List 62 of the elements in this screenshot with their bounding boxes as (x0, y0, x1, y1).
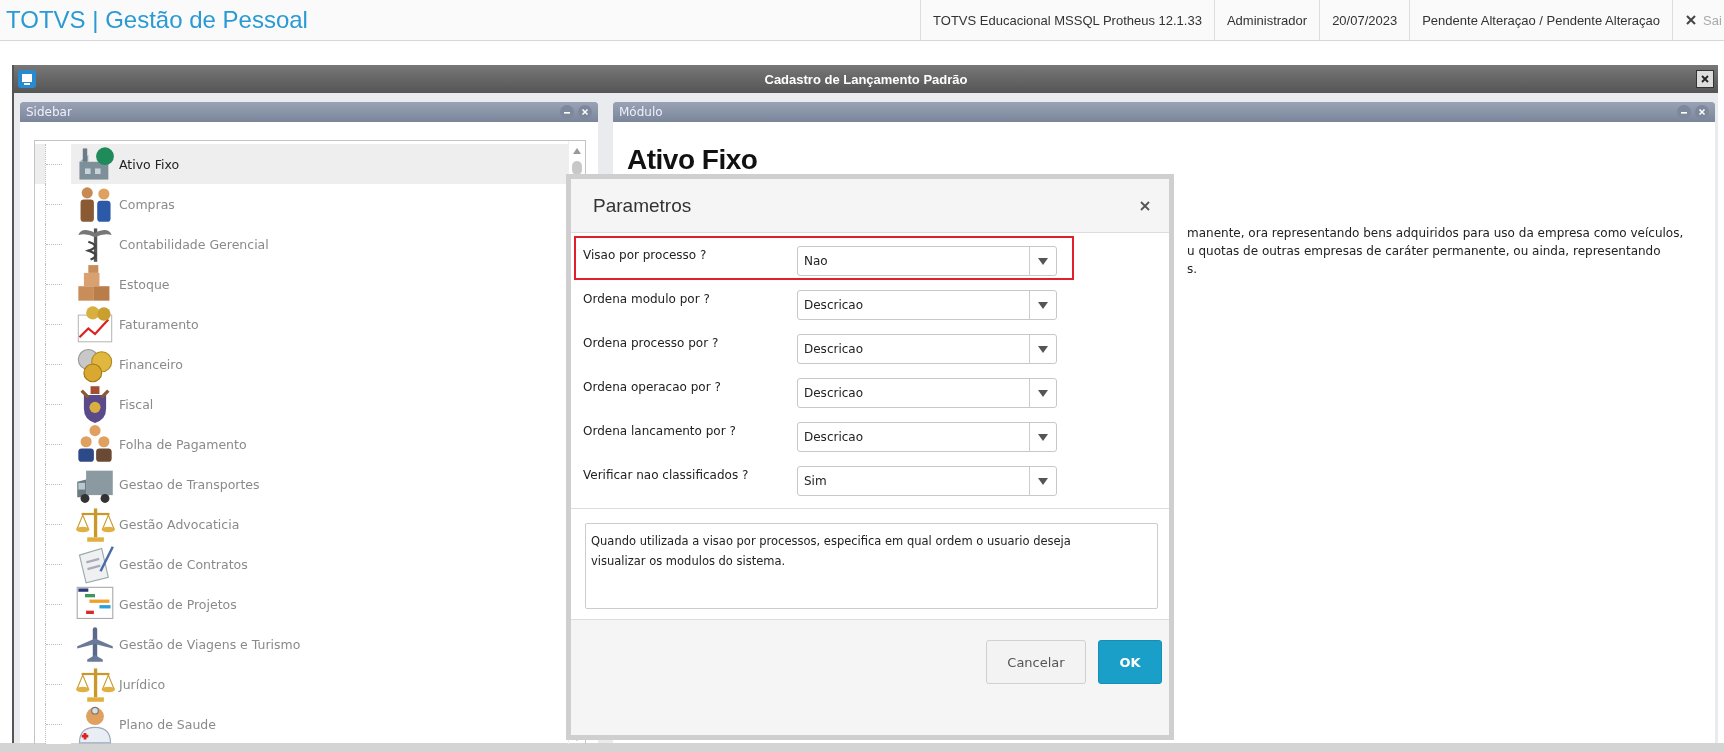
dropdown-field[interactable]: Descricao (797, 422, 1057, 452)
close-icon (1700, 74, 1710, 84)
dropdown-field[interactable]: Descricao (797, 290, 1057, 320)
status-item: TOTVS Educacional MSSQL Protheus 12.1.33 (920, 0, 1214, 40)
dropdown-field[interactable]: Descricao (797, 378, 1057, 408)
caret-icon (1038, 301, 1048, 309)
caret-icon (1038, 477, 1048, 485)
tree-item[interactable]: Plano de Saude (35, 704, 568, 744)
status-item: 20/07/2023 (1319, 0, 1410, 40)
field-label: Verificar nao classificados ? (582, 467, 750, 482)
panel-title: Módulo (619, 105, 663, 119)
tree-item[interactable]: Contabilidade Gerencial (35, 224, 568, 264)
tree-item[interactable]: Estoque (35, 264, 568, 304)
tree-item[interactable]: Gestão de Projetos (35, 584, 568, 624)
tree-item[interactable]: Gestão de Viagens e Turismo (35, 624, 568, 664)
tree-item[interactable]: Folha de Pagamento (35, 424, 568, 464)
close-icon (1685, 14, 1697, 26)
tree-item[interactable]: Gestao de Transportes (35, 464, 568, 504)
field-label: Ordena processo por ? (582, 335, 720, 350)
tree-item[interactable]: Gestão Advocaticia (35, 504, 568, 544)
ok-button[interactable]: OK (1098, 640, 1162, 684)
app-title: TOTVS | Gestão de Pessoal (5, 6, 308, 34)
tree-item[interactable]: Gestão de Contratos (35, 544, 568, 584)
caret-icon (1038, 345, 1048, 353)
people-icon (75, 424, 115, 464)
window-title: Cadastro de Lançamento Padrão (764, 71, 968, 87)
minimize-button[interactable] (560, 105, 574, 119)
tree-item[interactable]: Jurídico (35, 664, 568, 704)
scroll-thumb[interactable] (572, 161, 582, 175)
status-item: Pendente Alteraçao / Pendente Alteraçao (1409, 0, 1672, 40)
description-line: u quotas de outras empresas de caráter permanente, ou ainda, representando (1187, 243, 1662, 260)
caret-icon (1038, 257, 1048, 265)
panel-title: Sidebar (26, 105, 72, 119)
airplane-icon (75, 624, 115, 664)
module-heading: Ativo Fixo (627, 144, 759, 176)
close-button[interactable] (1696, 70, 1714, 88)
description-line: manente, ora representando bens adquiridos para uso da empresa como veículos, (1187, 225, 1685, 242)
close-icon[interactable] (1139, 199, 1151, 212)
minimize-button[interactable] (1677, 105, 1691, 119)
field-label: Ordena modulo por ? (582, 291, 711, 306)
tree-item[interactable]: Ativo Fixo (35, 144, 568, 184)
dropdown-field[interactable]: Descricao (797, 334, 1057, 364)
tree-item[interactable]: Financeiro (35, 344, 568, 384)
dropdown-field[interactable]: Nao (797, 246, 1057, 276)
field-label: Ordena operacao por ? (582, 379, 722, 394)
scroll-up-icon[interactable] (572, 147, 582, 155)
status-item: Administrador (1213, 0, 1320, 40)
description-line: s. (1187, 261, 1199, 278)
chart-icon (75, 304, 115, 344)
dialog-title: Parametros (593, 194, 692, 217)
help-text: Quando utilizada a visao por processos, especifica em qual ordem o usuario deseja visualizar os modulos do sistema. (591, 534, 1071, 568)
window-icon (18, 70, 36, 88)
tree-item[interactable]: Fiscal (35, 384, 568, 424)
cancel-button[interactable]: Cancelar (986, 640, 1086, 684)
exit-link[interactable]: Sai (1672, 0, 1724, 40)
dropdown-field[interactable]: Sim (797, 466, 1057, 496)
field-label: Visao por processo ? (582, 247, 708, 262)
field-label: Ordena lancamento por ? (582, 423, 737, 438)
tree-item[interactable]: Faturamento (35, 304, 568, 344)
caret-icon (1038, 433, 1048, 441)
caret-icon (1038, 389, 1048, 397)
tree-item[interactable]: Compras (35, 184, 568, 224)
